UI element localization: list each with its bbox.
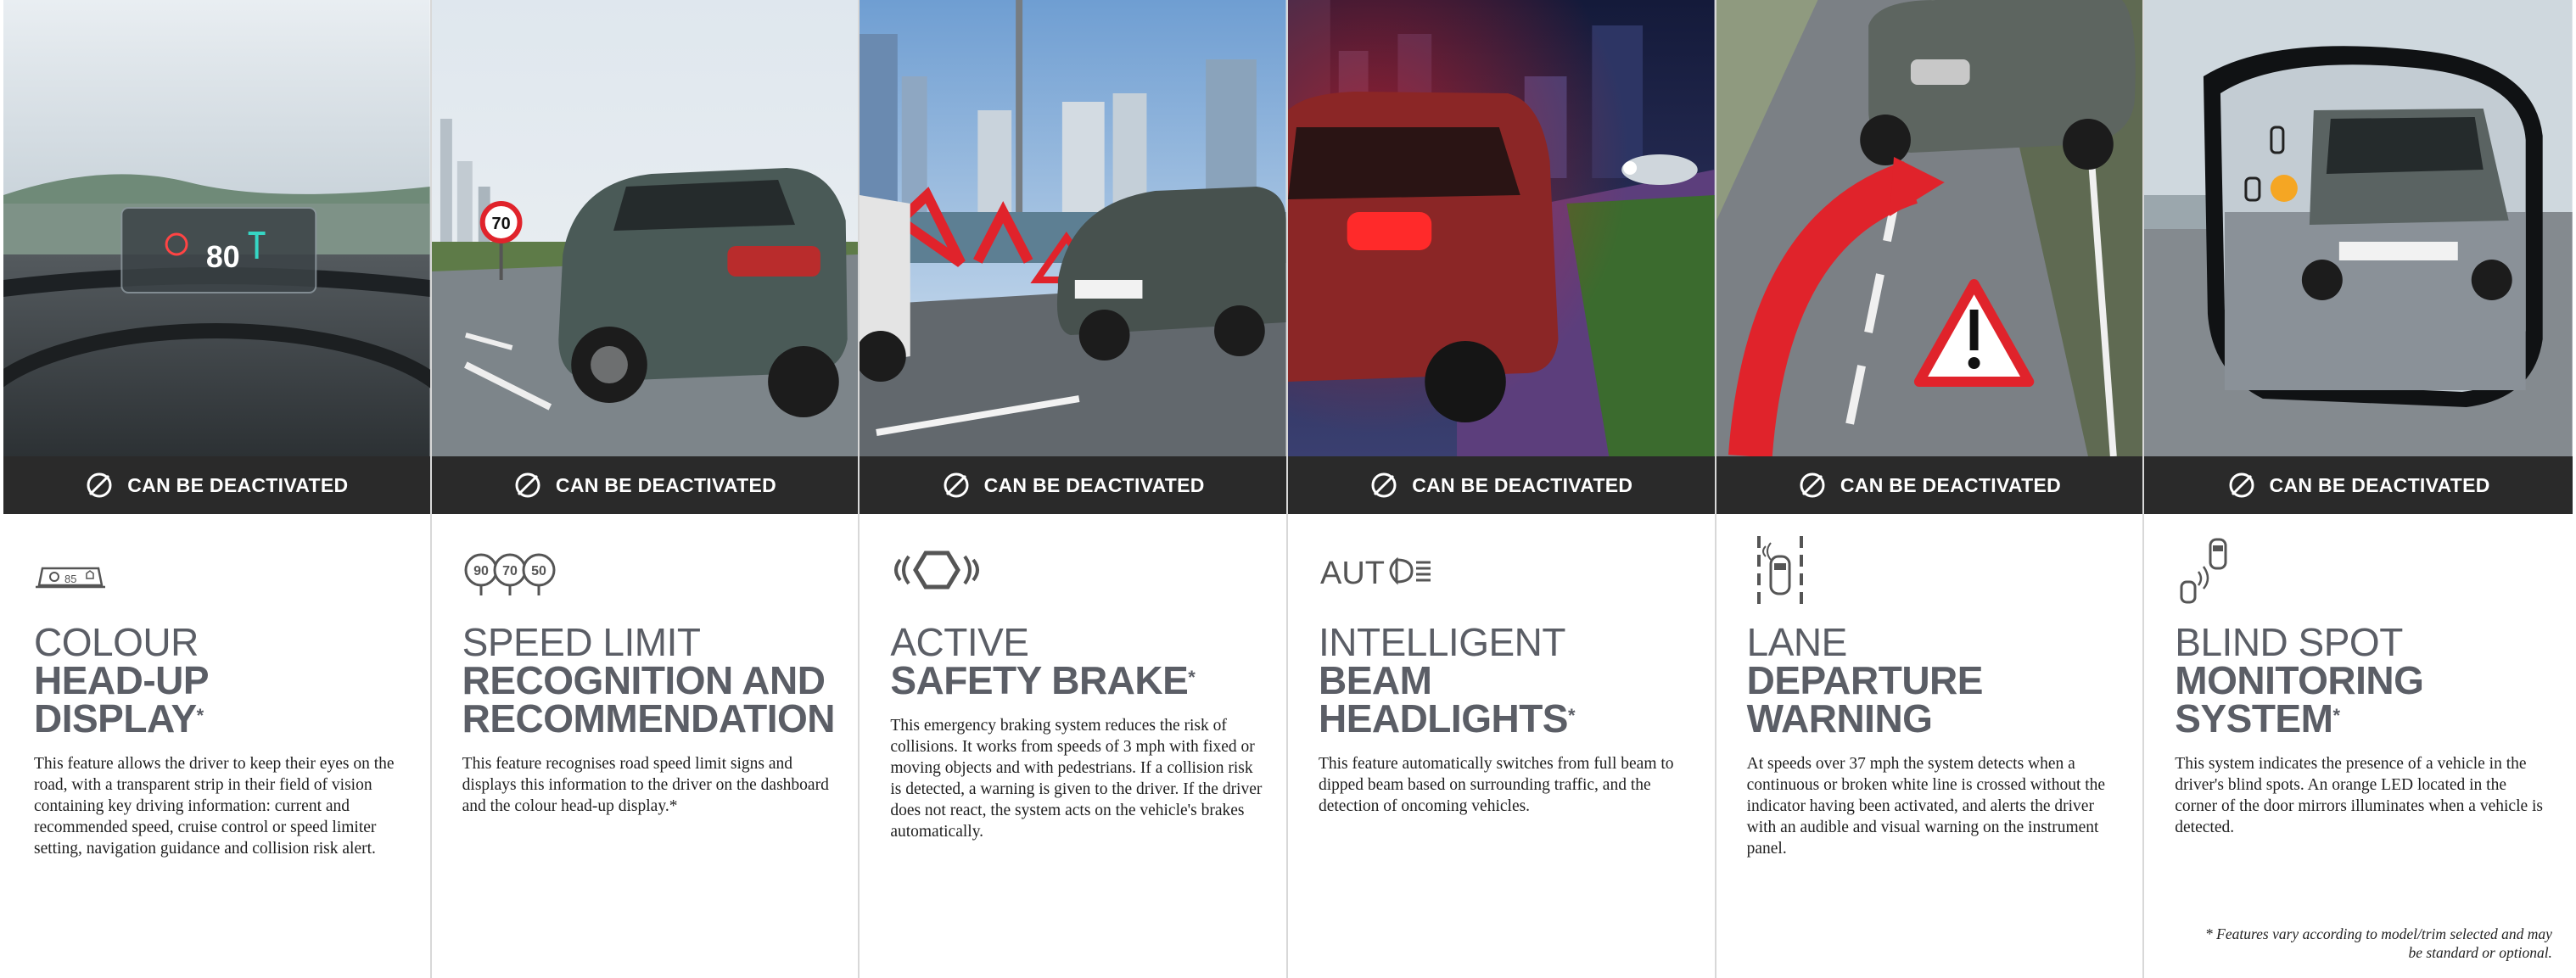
title-asterisk: * [1188,667,1196,688]
head-up-display-icon: 85 [34,534,221,611]
head-up-display-photo: 80 [3,0,430,456]
speed-limit-photo: 70 [431,0,859,456]
deactivate-label: CAN BE DEACTIVATED [1840,473,2061,496]
deactivate-icon [87,472,112,498]
icon-sign-3: 50 [531,564,546,578]
deactivate-icon [944,472,969,498]
title-bold-1: HEAD-UP [34,658,210,702]
deactivation-band: CAN BE DEACTIVATED [860,456,1286,514]
footnote: * Features vary according to model/trim … [2205,925,2552,961]
title-bold-2: WARNING [1746,696,1933,740]
feature-description: This feature automatically switches from… [1318,755,1674,815]
feature-description: This feature recognises road speed limit… [462,755,829,815]
title-bold-1: DEPARTURE [1746,658,1984,702]
title-asterisk: * [1567,705,1576,726]
hud-speed-readout: 80 [206,239,240,274]
deactivation-band: CAN BE DEACTIVATED [2144,456,2573,514]
title-bold-1: MONITORING [2175,658,2424,702]
deactivate-icon [1800,472,1825,498]
lane-departure-photo [1716,0,2143,456]
feature-columns: 80 CAN BE DEACTIVATED 85 COLOUR HEAD-UP … [3,0,2573,978]
feature-description: This emergency braking system reduces th… [890,717,1263,841]
speed-signs-icon: 90 70 50 [462,534,649,611]
feature-card-lane-departure: CAN BE DEACTIVATED LANE DEPARTURE WARNIN… [1716,0,2145,978]
feature-description: At speeds over 37 mph the system detects… [1746,755,2106,858]
title-bold-1: BEAM [1318,658,1432,702]
deactivation-band: CAN BE DEACTIVATED [431,456,859,514]
feature-title: INTELLIGENT BEAM HEADLIGHTS* [1319,623,1709,738]
title-bold-1: SAFETY BRAKE [890,658,1189,702]
deactivate-label: CAN BE DEACTIVATED [983,473,1205,496]
feature-title: LANE DEPARTURE WARNING [1747,623,2137,738]
title-bold-2: SYSTEM [2175,696,2333,740]
road-sign-speed: 70 [491,215,510,233]
safety-brake-photo [860,0,1286,456]
deactivate-icon [2229,472,2254,498]
blind-spot-icon [2175,534,2361,611]
title-light: COLOUR [34,620,199,664]
title-light: ACTIVE [890,620,1029,664]
auto-headlight-icon: AUT [1319,534,1505,611]
title-light: INTELLIGENT [1318,620,1566,664]
feature-title: SPEED LIMIT RECOGNITION AND RECOMMENDATI… [462,623,853,738]
feature-title: BLIND SPOT MONITORING SYSTEM* [2175,623,2565,738]
feature-card-safety-brake: CAN BE DEACTIVATED ACTIVE SAFETY BRAKE* … [860,0,1288,978]
hud-icon-speed: 85 [64,573,76,585]
icon-sign-1: 90 [473,564,489,578]
title-light: BLIND SPOT [2175,620,2403,664]
deactivate-label: CAN BE DEACTIVATED [555,473,777,496]
feature-card-speed-limit: 70 CAN BE DEACTIVATED 90 70 50 SPEED LIM… [431,0,860,978]
auto-headlight-text: AUT [1320,556,1385,591]
feature-description: This feature allows the driver to keep t… [34,755,395,858]
feature-title: COLOUR HEAD-UP DISPLAY* [34,623,424,738]
deactivation-band: CAN BE DEACTIVATED [1716,456,2143,514]
title-bold-1: RECOGNITION AND [462,658,826,702]
feature-card-beam-headlights: CAN BE DEACTIVATED AUT INTELLIGENT BEAM … [1287,0,1716,978]
title-asterisk: * [196,705,204,726]
title-light: LANE [1746,620,1848,664]
title-asterisk: * [2332,705,2340,726]
title-light: SPEED LIMIT [462,620,701,664]
blind-spot-photo [2144,0,2573,456]
title-bold-2: DISPLAY [34,696,197,740]
deactivation-band: CAN BE DEACTIVATED [3,456,430,514]
brake-warning-icon [890,534,1077,611]
deactivation-band: CAN BE DEACTIVATED [1287,456,1715,514]
icon-sign-2: 70 [502,564,518,578]
title-bold-2: RECOMMENDATION [462,696,836,740]
feature-card-blind-spot: CAN BE DEACTIVATED BLIND SPOT MONITORING… [2144,0,2573,978]
features-page: 80 CAN BE DEACTIVATED 85 COLOUR HEAD-UP … [0,0,2576,978]
beam-headlights-photo [1287,0,1715,456]
lane-departure-icon [1747,534,1934,611]
deactivate-label: CAN BE DEACTIVATED [1412,473,1633,496]
title-bold-2: HEADLIGHTS [1318,696,1569,740]
feature-card-head-up-display: 80 CAN BE DEACTIVATED 85 COLOUR HEAD-UP … [3,0,432,978]
deactivate-icon [515,472,540,498]
deactivate-label: CAN BE DEACTIVATED [2269,473,2490,496]
deactivate-label: CAN BE DEACTIVATED [127,473,349,496]
deactivate-icon [1371,472,1397,498]
feature-description: This system indicates the presence of a … [2175,755,2544,836]
feature-title: ACTIVE SAFETY BRAKE* [890,623,1280,700]
